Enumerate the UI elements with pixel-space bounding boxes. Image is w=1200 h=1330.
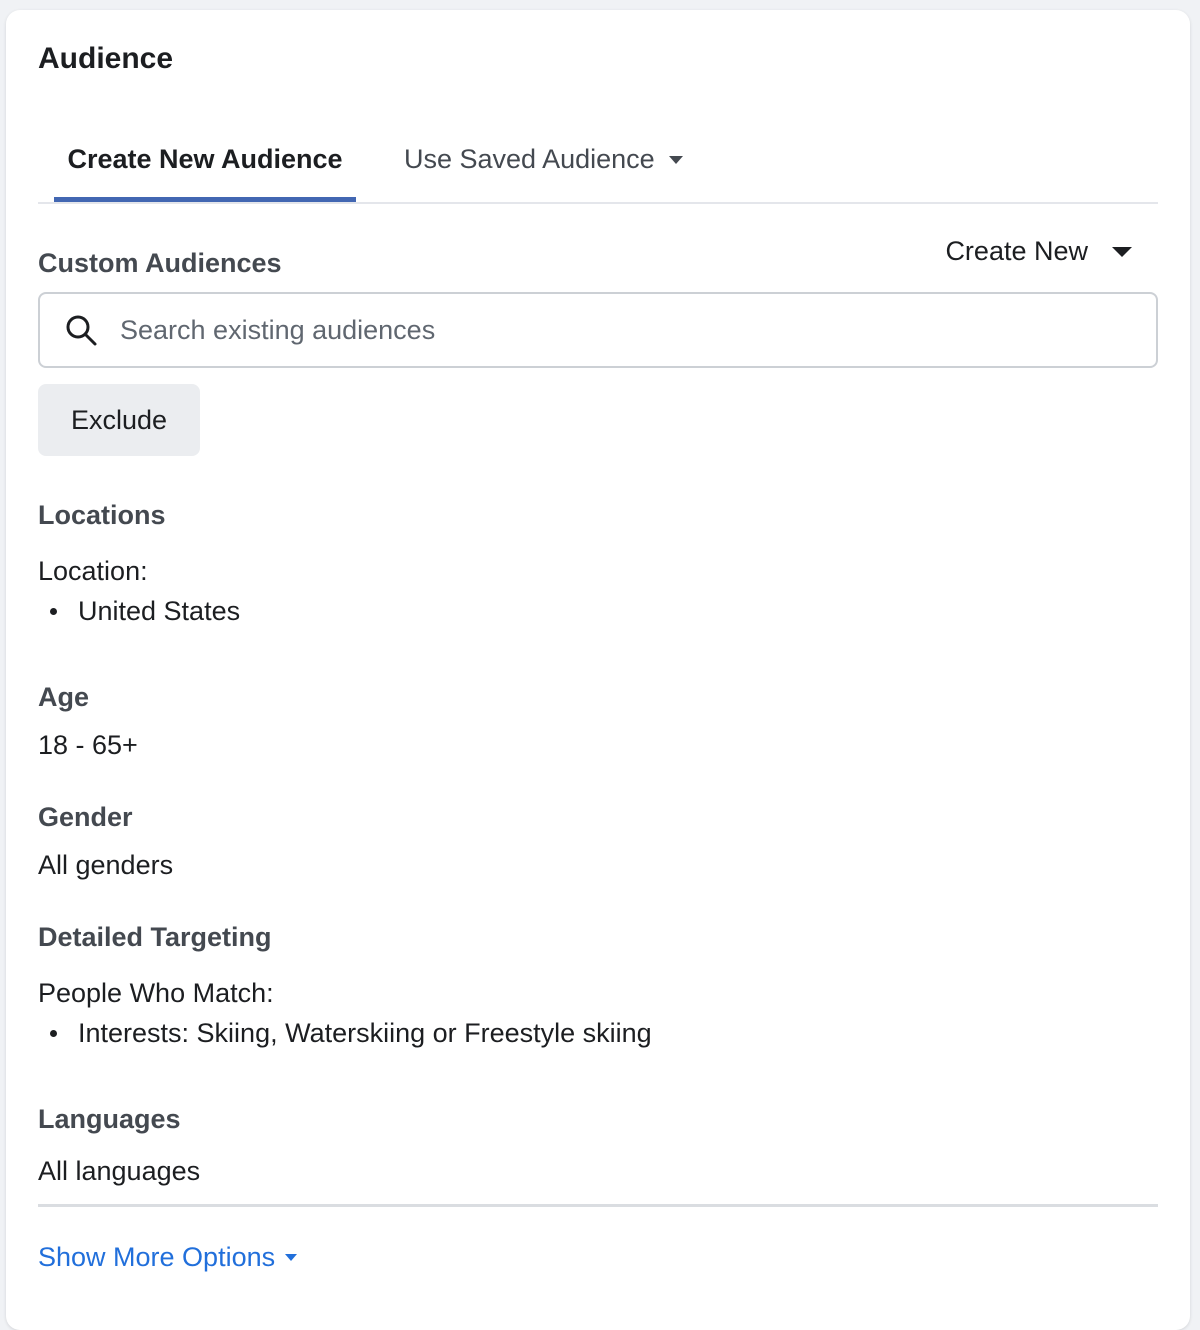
bullet-icon — [50, 608, 57, 615]
tab-create-new-audience[interactable]: Create New Audience — [54, 130, 356, 202]
show-more-options-link[interactable]: Show More Options — [38, 1242, 298, 1273]
tab-use-saved-audience[interactable]: Use Saved Audience — [404, 130, 683, 202]
search-input[interactable] — [118, 313, 1102, 347]
gender-heading: Gender — [38, 802, 133, 832]
locations-heading: Locations — [38, 500, 166, 530]
chevron-down-icon — [668, 156, 683, 164]
age-value: 18 - 65+ — [38, 730, 138, 760]
caret-down-icon — [285, 1254, 298, 1261]
divider — [38, 1204, 1158, 1207]
detailed-targeting-heading: Detailed Targeting — [38, 922, 272, 952]
audience-panel: Audience Create New Audience Use Saved A… — [6, 10, 1190, 1330]
custom-audience-search[interactable] — [38, 292, 1158, 368]
tab-use-saved-label: Use Saved Audience — [404, 144, 655, 174]
create-new-dropdown[interactable]: Create New — [945, 236, 1132, 267]
custom-audiences-heading: Custom Audiences — [38, 248, 282, 278]
list-item: United States — [38, 596, 240, 627]
location-value: United States — [78, 596, 241, 626]
list-item: Interests: Skiing, Waterskiing or Freest… — [38, 1018, 652, 1049]
exclude-button[interactable]: Exclude — [38, 384, 200, 456]
caret-down-icon — [1112, 246, 1132, 257]
detailed-targeting-sub-label: People Who Match: — [38, 978, 274, 1008]
detailed-targeting-value: Interests: Skiing, Waterskiing or Freest… — [78, 1018, 652, 1048]
age-heading: Age — [38, 682, 90, 712]
create-new-label: Create New — [945, 236, 1088, 266]
tab-create-new-label: Create New Audience — [67, 144, 343, 174]
languages-value: All languages — [38, 1156, 201, 1186]
bullet-icon — [50, 1030, 57, 1037]
search-icon — [66, 315, 97, 346]
location-sub-label: Location: — [38, 556, 148, 586]
panel-title: Audience — [38, 42, 174, 75]
gender-value: All genders — [38, 850, 174, 880]
show-more-options-label: Show More Options — [38, 1242, 276, 1272]
audience-tabs: Create New Audience Use Saved Audience — [38, 130, 1158, 204]
languages-heading: Languages — [38, 1104, 181, 1134]
